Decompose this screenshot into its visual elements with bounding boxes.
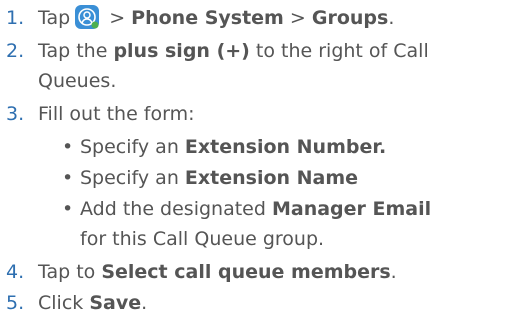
step-number: 1. <box>6 7 25 29</box>
step-number: 4. <box>6 261 25 283</box>
plus-sign-label: plus sign (+) <box>113 40 250 62</box>
bullet: • <box>62 136 74 158</box>
phone-system-label: Phone System <box>131 7 284 29</box>
step-number: 2. <box>6 40 25 62</box>
step-text: Tap <box>38 7 71 29</box>
bullet: • <box>62 198 74 220</box>
save-label: Save <box>89 292 142 314</box>
groups-label: Groups <box>311 7 389 29</box>
bullet: • <box>62 167 74 189</box>
step-number: 5. <box>6 292 25 314</box>
users-app-icon <box>75 5 100 29</box>
select-members-label: Select call queue members <box>101 261 391 283</box>
step-number: 3. <box>6 103 25 125</box>
